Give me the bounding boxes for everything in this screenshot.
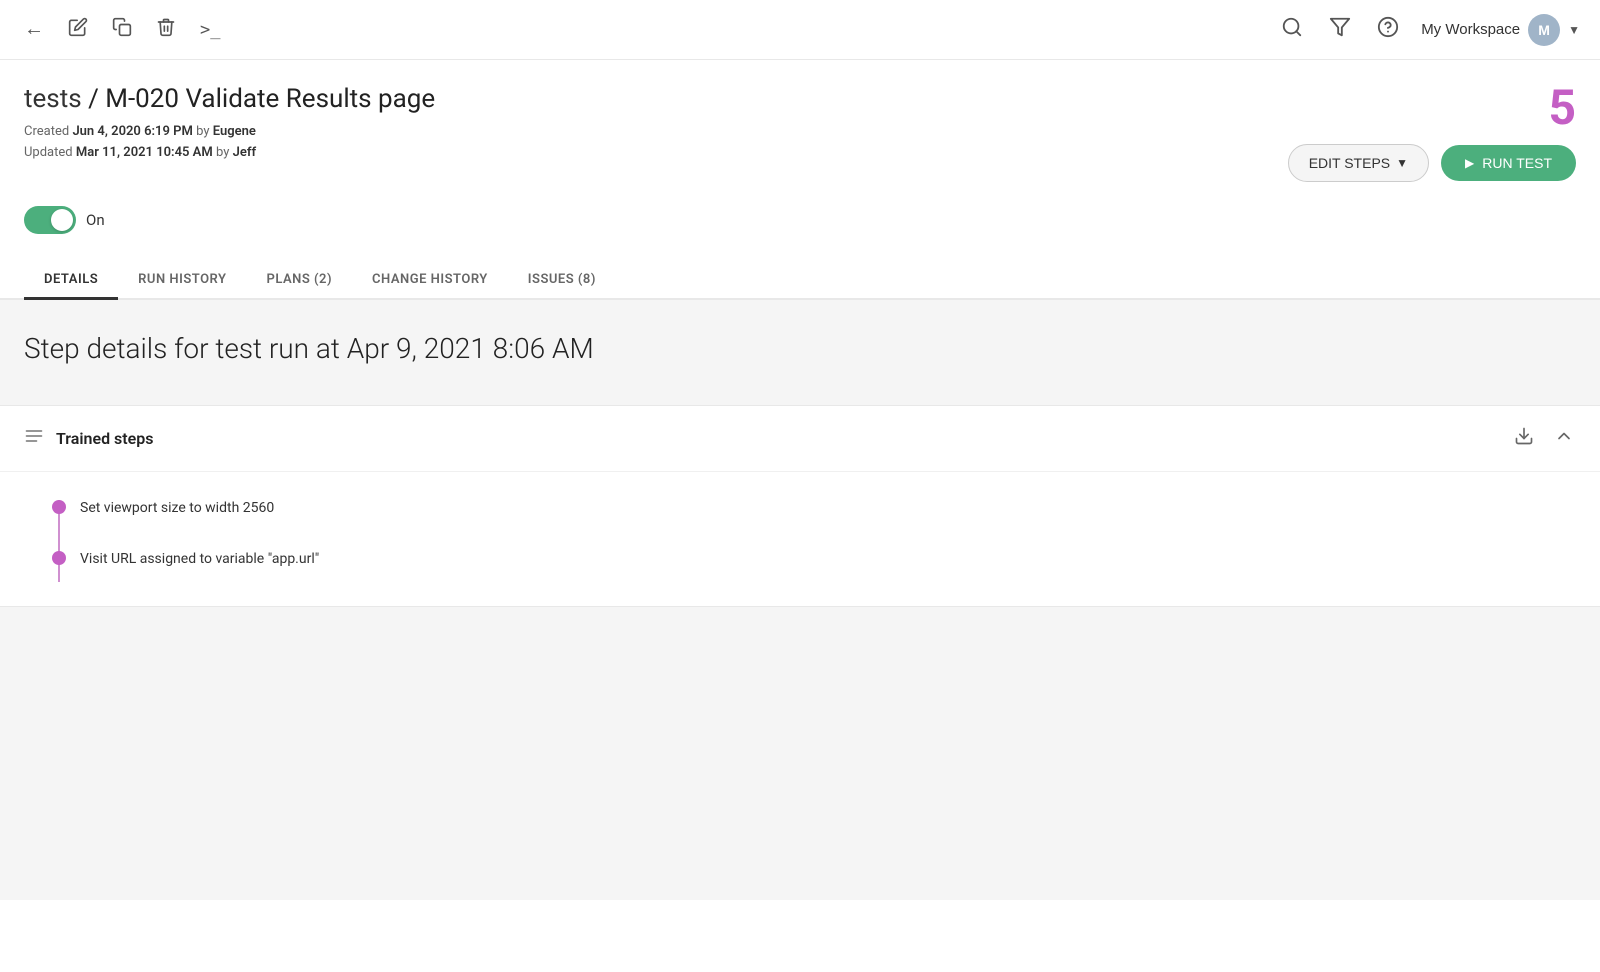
toggle-knob <box>51 209 73 231</box>
updated-by: Jeff <box>233 145 256 160</box>
tab-plans[interactable]: PLANS (2) <box>247 262 353 300</box>
edit-steps-label: EDIT STEPS <box>1309 155 1390 171</box>
breadcrumb-tests: tests <box>24 84 82 114</box>
trained-steps-header: Trained steps <box>0 406 1600 472</box>
delete-icon <box>156 17 176 43</box>
list-item: Visit URL assigned to variable "app.url" <box>24 531 1576 582</box>
tab-issues[interactable]: ISSUES (8) <box>508 262 616 300</box>
step-details-heading: Step details for test run at Apr 9, 2021… <box>0 300 1600 389</box>
search-icon <box>1281 16 1303 44</box>
filter-button[interactable] <box>1325 12 1355 48</box>
delete-button[interactable] <box>152 13 180 47</box>
step-dot <box>52 500 66 514</box>
terminal-button[interactable]: >_ <box>196 16 224 44</box>
list-icon <box>24 426 44 451</box>
updated-date: Mar 11, 2021 10:45 AM <box>76 145 213 160</box>
step-2-text: Visit URL assigned to variable "app.url" <box>64 543 319 570</box>
page-title-text: M-020 Validate Results page <box>105 84 435 114</box>
step-dot <box>52 551 66 565</box>
back-icon: ← <box>24 18 44 41</box>
header-actions: EDIT STEPS ▼ ▶ RUN TEST <box>1288 144 1576 182</box>
toggle-label: On <box>86 211 105 229</box>
trained-steps-actions <box>1512 424 1576 453</box>
toolbar: ← <box>0 0 1600 60</box>
toolbar-left: ← <box>20 13 224 47</box>
steps-list: Set viewport size to width 2560 Visit UR… <box>0 472 1600 606</box>
page-title: tests / M-020 Validate Results page <box>24 84 435 114</box>
meta-updated: Updated Mar 11, 2021 10:45 AM by Jeff <box>24 143 435 164</box>
workspace-label: My Workspace <box>1421 21 1520 38</box>
run-test-label: RUN TEST <box>1482 155 1552 171</box>
page-header: tests / M-020 Validate Results page Crea… <box>0 60 1600 182</box>
copy-icon <box>112 17 132 43</box>
status-toggle[interactable] <box>24 206 76 234</box>
play-icon: ▶ <box>1465 156 1474 170</box>
tabs-bar: DETAILS RUN HISTORY PLANS (2) CHANGE HIS… <box>0 242 1600 300</box>
filter-icon <box>1329 16 1351 44</box>
main-content: Step details for test run at Apr 9, 2021… <box>0 300 1600 900</box>
header-right: 5 EDIT STEPS ▼ ▶ RUN TEST <box>1288 84 1576 182</box>
header-left: tests / M-020 Validate Results page Crea… <box>24 84 435 164</box>
workspace-button[interactable]: My Workspace M ▼ <box>1421 14 1580 46</box>
created-date: Jun 4, 2020 6:19 PM <box>72 124 192 139</box>
avatar: M <box>1528 14 1560 46</box>
back-button[interactable]: ← <box>20 14 48 45</box>
trained-steps-title-group: Trained steps <box>24 426 154 451</box>
tab-run-history[interactable]: RUN HISTORY <box>118 262 246 300</box>
search-button[interactable] <box>1277 12 1307 48</box>
step-count: 5 <box>1548 84 1576 132</box>
edit-steps-button[interactable]: EDIT STEPS ▼ <box>1288 144 1429 182</box>
edit-icon <box>68 17 88 43</box>
toggle-section: On <box>0 182 1600 234</box>
collapse-button[interactable] <box>1552 424 1576 453</box>
terminal-icon: >_ <box>200 20 220 40</box>
copy-button[interactable] <box>108 13 136 47</box>
trained-steps-card: Trained steps <box>0 405 1600 607</box>
tab-details[interactable]: DETAILS <box>24 262 118 300</box>
help-icon <box>1377 16 1399 44</box>
download-button[interactable] <box>1512 424 1536 453</box>
step-1-text: Set viewport size to width 2560 <box>64 492 274 519</box>
meta-created: Created Jun 4, 2020 6:19 PM by Eugene <box>24 122 435 143</box>
help-button[interactable] <box>1373 12 1403 48</box>
created-by: Eugene <box>213 124 256 139</box>
tab-change-history[interactable]: CHANGE HISTORY <box>352 262 508 300</box>
list-item: Set viewport size to width 2560 <box>24 480 1576 531</box>
toolbar-right: My Workspace M ▼ <box>1277 12 1580 48</box>
workspace-dropdown-icon: ▼ <box>1568 23 1580 37</box>
run-test-button[interactable]: ▶ RUN TEST <box>1441 145 1576 181</box>
edit-steps-dropdown-icon: ▼ <box>1396 156 1408 170</box>
edit-button[interactable] <box>64 13 92 47</box>
trained-steps-title: Trained steps <box>56 429 154 448</box>
